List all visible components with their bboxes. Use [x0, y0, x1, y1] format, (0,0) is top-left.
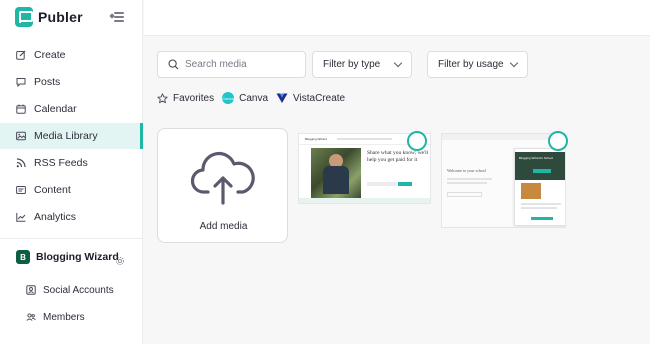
sidebar-item-label: Calendar [34, 103, 77, 115]
search-icon [168, 59, 179, 70]
select-media-checkbox[interactable] [407, 131, 427, 151]
brand-name: Publer [38, 9, 83, 25]
sidebar-item-members[interactable]: Members [26, 307, 85, 327]
sidebar-item-label: Create [34, 49, 66, 61]
collapse-sidebar-icon[interactable] [109, 11, 124, 23]
select-media-checkbox[interactable] [548, 131, 568, 151]
chevron-down-icon [393, 58, 403, 68]
main-content: Filter by type Filter by usage Favorites… [144, 0, 650, 344]
vistacreate-link[interactable]: VistaCreate [276, 93, 345, 104]
thumb-headline: Welcome to your school [447, 168, 486, 173]
thumb-brand: Blogging Wizard [305, 137, 327, 141]
sidebar-item-rss-feeds[interactable]: RSS Feeds [0, 150, 143, 176]
thumb-headline: Share what you know; we'll help you get … [367, 150, 429, 163]
sidebar-item-label: RSS Feeds [34, 157, 88, 169]
favorites-label: Favorites [173, 92, 215, 104]
workspace-badge: B [16, 250, 30, 264]
sidebar: Publer Create Posts Calendar Media Libra… [0, 0, 143, 344]
search-box[interactable] [157, 51, 306, 78]
thumb-brand: Blogging Wizard's School [519, 156, 553, 160]
vistacreate-label: VistaCreate [293, 92, 346, 104]
filter-type-label: Filter by type [323, 59, 381, 70]
cloud-upload-icon [190, 151, 255, 205]
sidebar-item-analytics[interactable]: Analytics [0, 204, 143, 230]
star-icon [157, 92, 168, 103]
sidebar-item-media-library[interactable]: Media Library [0, 123, 143, 149]
media-sources: Favorites Canva Canva VistaCreate [157, 92, 345, 104]
sidebar-item-label: Analytics [34, 211, 77, 223]
sidebar-item-content[interactable]: Content [0, 177, 143, 203]
media-item[interactable]: Welcome to your school Blogging Wizard's… [441, 133, 566, 228]
sidebar-divider [0, 238, 143, 239]
top-bar [144, 0, 650, 36]
sidebar-item-calendar[interactable]: Calendar [0, 96, 143, 122]
chat-icon [16, 77, 26, 87]
content-icon [16, 185, 26, 195]
sidebar-item-social-accounts[interactable]: Social Accounts [26, 280, 114, 300]
brand-logo[interactable]: Publer [15, 7, 83, 27]
sidebar-item-label: Content [34, 184, 71, 196]
publer-logo-icon [15, 7, 33, 27]
calendar-icon [16, 104, 26, 114]
filter-by-type-dropdown[interactable]: Filter by type [312, 51, 412, 78]
sidebar-item-posts[interactable]: Posts [0, 69, 143, 95]
image-icon [16, 131, 26, 141]
filter-by-usage-dropdown[interactable]: Filter by usage [427, 51, 528, 78]
sidebar-item-create[interactable]: Create [0, 42, 143, 68]
thumb-photo [311, 148, 361, 203]
workspace-selector[interactable]: B Blogging Wizard [16, 250, 119, 264]
gear-icon[interactable] [115, 253, 125, 266]
canva-link[interactable]: Canva Canva [222, 92, 268, 104]
search-input[interactable] [185, 59, 295, 70]
add-media-button[interactable]: Add media [157, 128, 288, 243]
workspace-name: Blogging Wizard [36, 251, 119, 263]
vistacreate-logo-icon [276, 93, 288, 103]
add-media-label: Add media [199, 221, 248, 232]
sidebar-item-label: Members [43, 311, 85, 323]
edit-icon [16, 50, 26, 60]
sidebar-item-label: Media Library [34, 130, 98, 142]
sidebar-item-label: Social Accounts [43, 284, 114, 296]
canva-logo-icon: Canva [222, 92, 235, 104]
members-icon [26, 312, 36, 322]
sidebar-item-label: Posts [34, 76, 61, 88]
canva-label: Canva [239, 92, 269, 104]
social-icon [26, 285, 36, 295]
analytics-icon [16, 212, 26, 222]
rss-icon [16, 158, 26, 168]
filter-usage-label: Filter by usage [438, 59, 504, 70]
chevron-down-icon [509, 58, 519, 68]
favorites-link[interactable]: Favorites [157, 93, 214, 104]
